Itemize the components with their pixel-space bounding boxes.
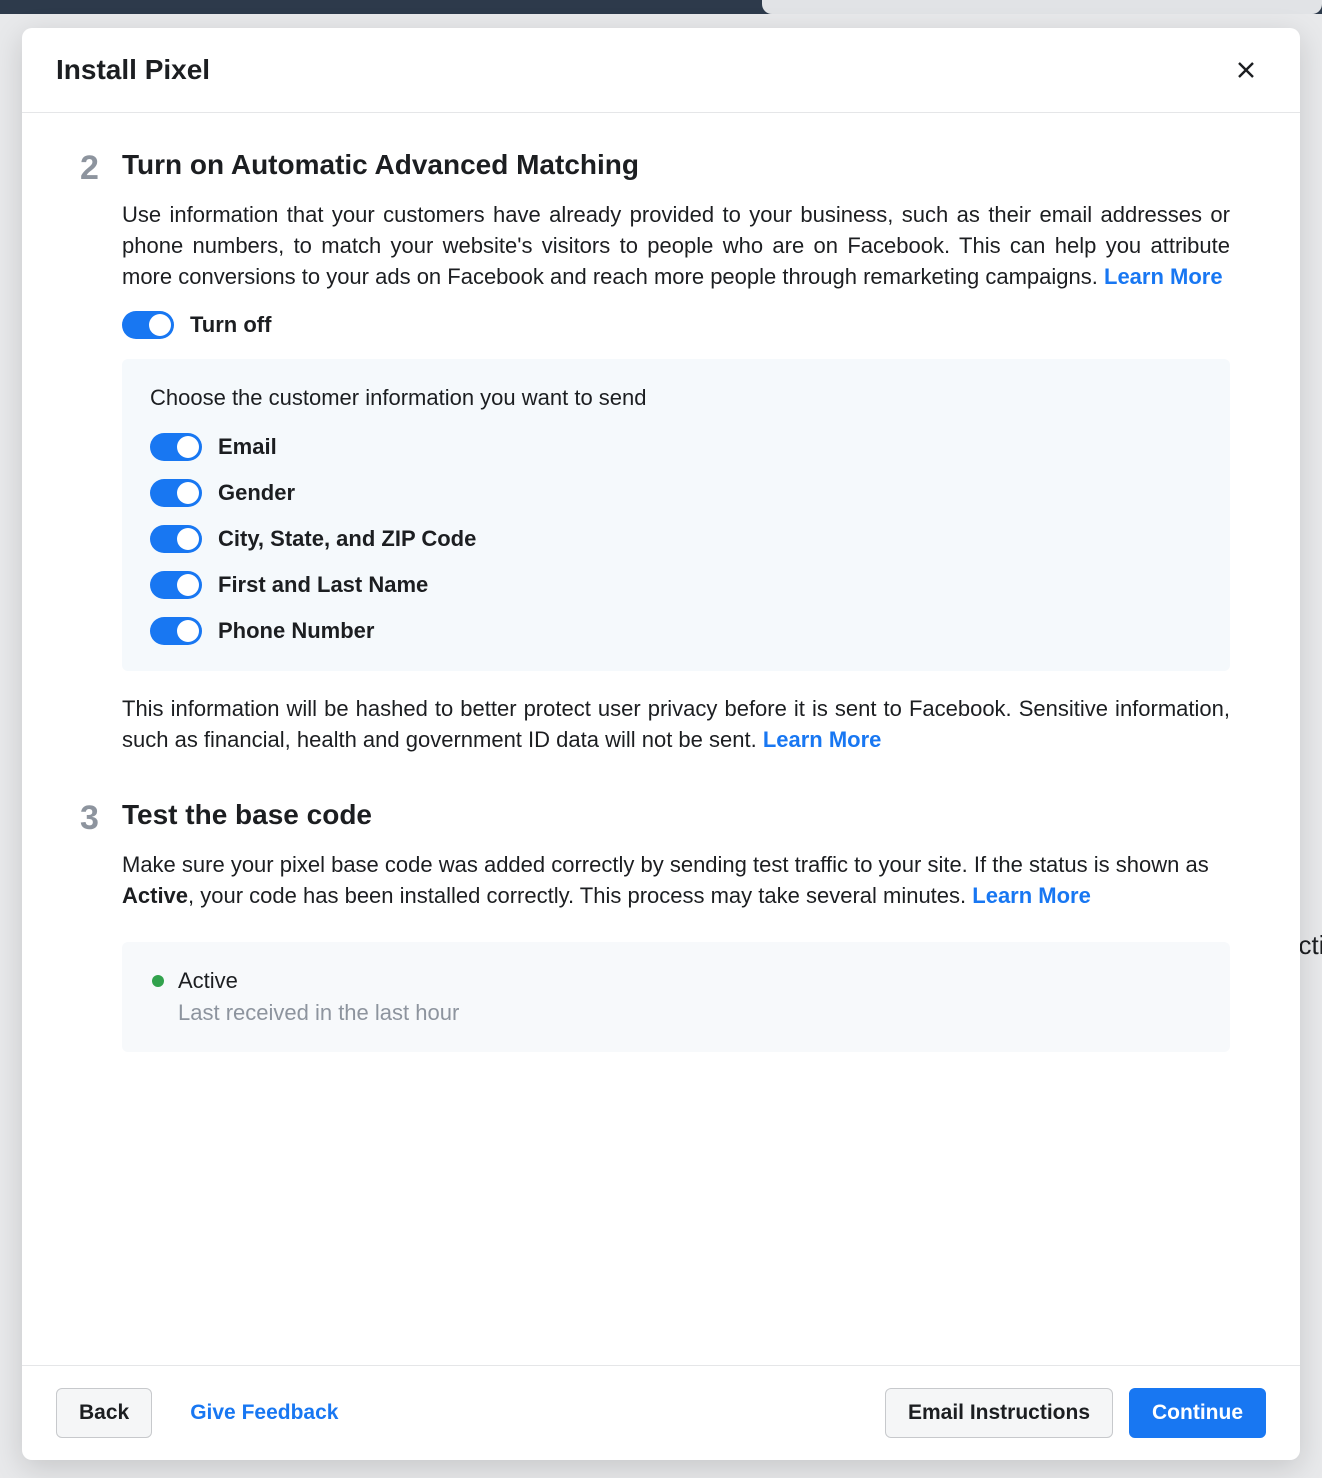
status-subtext: Last received in the last hour [178,1000,1200,1026]
step-2-desc-text: Use information that your customers have… [122,202,1230,289]
option-row-phone: Phone Number [150,617,1202,645]
email-toggle[interactable] [150,433,202,461]
close-icon [1234,58,1258,82]
option-label: Phone Number [218,618,374,644]
step-2-description: Use information that your customers have… [122,199,1230,293]
give-feedback-button[interactable]: Give Feedback [168,1389,360,1437]
learn-more-link[interactable]: Learn More [1104,264,1223,289]
panel-caption: Choose the customer information you want… [150,385,1202,411]
step-3-desc-pre: Make sure your pixel base code was added… [122,852,1209,877]
hash-note: This information will be hashed to bette… [122,693,1230,755]
gender-toggle[interactable] [150,479,202,507]
option-label: City, State, and ZIP Code [218,526,476,552]
hash-note-text: This information will be hashed to bette… [122,696,1230,752]
phone-number-toggle[interactable] [150,617,202,645]
master-toggle-label: Turn off [190,312,271,338]
option-label: First and Last Name [218,572,428,598]
status-line: Active [152,968,1200,994]
step-2-heading: Turn on Automatic Advanced Matching [122,149,1230,181]
step-number: 2 [80,149,122,755]
modal-body: 2 Turn on Automatic Advanced Matching Us… [22,113,1300,1365]
modal-header: Install Pixel [22,28,1300,113]
option-label: Gender [218,480,295,506]
step-3: 3 Test the base code Make sure your pixe… [80,799,1230,1051]
status-dot-icon [152,975,164,987]
option-row-gender: Gender [150,479,1202,507]
pixel-status-panel: Active Last received in the last hour [122,942,1230,1052]
master-toggle-row: Turn off [122,311,1230,339]
modal-footer: Back Give Feedback Email Instructions Co… [22,1365,1300,1460]
advanced-matching-toggle[interactable] [122,311,174,339]
city-state-zip-toggle[interactable] [150,525,202,553]
install-pixel-modal: Install Pixel 2 Turn on Automatic Advanc… [22,28,1300,1460]
modal-title: Install Pixel [56,54,210,86]
option-row-name: First and Last Name [150,571,1202,599]
back-button[interactable]: Back [56,1388,152,1438]
first-last-name-toggle[interactable] [150,571,202,599]
step-3-learn-more-link[interactable]: Learn More [972,883,1091,908]
option-label: Email [218,434,277,460]
step-3-description: Make sure your pixel base code was added… [122,849,1230,911]
status-label: Active [178,968,238,994]
step-3-desc-bold: Active [122,883,188,908]
step-3-heading: Test the base code [122,799,1230,831]
step-number: 3 [80,799,122,1051]
customer-info-panel: Choose the customer information you want… [122,359,1230,671]
hash-learn-more-link[interactable]: Learn More [763,727,882,752]
step-2: 2 Turn on Automatic Advanced Matching Us… [80,149,1230,755]
option-row-email: Email [150,433,1202,461]
option-row-city: City, State, and ZIP Code [150,525,1202,553]
step-3-desc-post: , your code has been installed correctly… [188,883,972,908]
close-button[interactable] [1226,50,1266,90]
email-instructions-button[interactable]: Email Instructions [885,1388,1113,1438]
continue-button[interactable]: Continue [1129,1388,1266,1438]
